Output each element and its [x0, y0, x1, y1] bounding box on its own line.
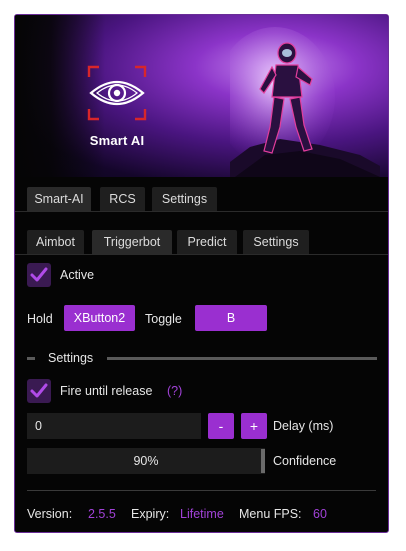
- hold-label: Hold: [27, 312, 53, 326]
- delay-input[interactable]: 0: [27, 413, 201, 439]
- expiry-label: Expiry:: [131, 507, 170, 521]
- tab-rcs[interactable]: RCS: [100, 187, 145, 211]
- brand-name: Smart AI: [89, 133, 145, 148]
- toggle-key-button[interactable]: B: [195, 305, 267, 331]
- version-value: 2.5.5: [88, 507, 116, 521]
- slider-handle[interactable]: [261, 449, 265, 473]
- version-label: Version:: [27, 507, 73, 521]
- checkmark-icon: [30, 267, 48, 282]
- section-divider-right: [107, 357, 377, 360]
- fire-until-release-label: Fire until release: [60, 384, 153, 398]
- tab-settings[interactable]: Settings: [152, 187, 217, 211]
- banner: Smart AI: [15, 15, 388, 177]
- active-checkbox[interactable]: [27, 263, 51, 287]
- subtab-triggerbot[interactable]: Triggerbot: [92, 230, 172, 254]
- fire-until-release-checkbox[interactable]: [27, 379, 51, 403]
- checkmark-icon: [30, 383, 48, 398]
- subtab-aimbot[interactable]: Aimbot: [27, 230, 84, 254]
- footer-divider: [27, 490, 376, 491]
- app-window: Smart AI Smart-AI RCS Settings Aimbot Tr…: [14, 14, 389, 533]
- toggle-label: Toggle: [145, 312, 182, 326]
- section-divider-left: [27, 357, 35, 360]
- confidence-value: 90%: [133, 454, 159, 468]
- main-tab-bar: Smart-AI RCS Settings: [15, 183, 388, 212]
- settings-section-title: Settings: [48, 351, 94, 365]
- astronaut-figure-image: [230, 27, 380, 177]
- hold-key-button[interactable]: XButton2: [64, 305, 135, 331]
- active-label: Active: [60, 268, 95, 282]
- help-tooltip-icon[interactable]: (?): [167, 384, 182, 398]
- confidence-label: Confidence: [273, 454, 337, 468]
- delay-decrement-button[interactable]: -: [208, 413, 234, 439]
- subtab-predict[interactable]: Predict: [177, 230, 237, 254]
- expiry-value: Lifetime: [180, 507, 224, 521]
- sub-tab-bar: Aimbot Triggerbot Predict Settings: [15, 226, 388, 255]
- confidence-slider[interactable]: 90%: [27, 448, 265, 474]
- tab-smart-ai[interactable]: Smart-AI: [27, 187, 91, 211]
- menu-fps-label: Menu FPS:: [239, 507, 302, 521]
- delay-increment-button[interactable]: +: [241, 413, 267, 439]
- delay-label: Delay (ms): [273, 419, 334, 433]
- menu-fps-value: 60: [313, 507, 327, 521]
- subtab-settings[interactable]: Settings: [243, 230, 309, 254]
- eye-target-logo-icon: [87, 65, 147, 121]
